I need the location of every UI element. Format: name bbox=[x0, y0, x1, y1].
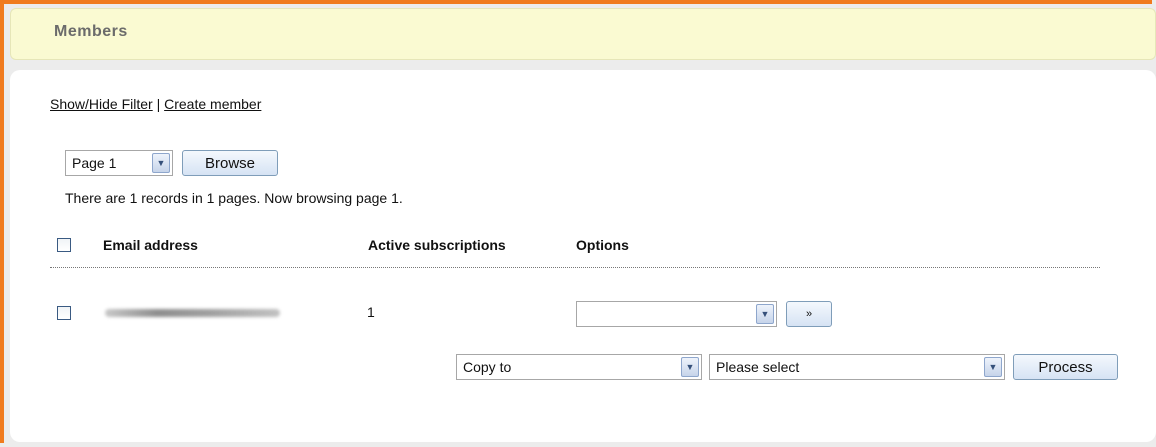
column-header-active-subscriptions: Active subscriptions bbox=[368, 237, 506, 253]
show-hide-filter-link[interactable]: Show/Hide Filter bbox=[50, 96, 153, 112]
chevron-down-icon[interactable]: ▼ bbox=[152, 153, 170, 173]
row-go-button[interactable]: » bbox=[786, 301, 832, 327]
chevron-down-icon[interactable]: ▼ bbox=[984, 357, 1002, 377]
row-active-subscriptions: 1 bbox=[367, 304, 375, 320]
filter-links: Show/Hide Filter | Create member bbox=[50, 96, 261, 112]
records-summary: There are 1 records in 1 pages. Now brow… bbox=[65, 190, 403, 206]
bulk-target-value: Please select bbox=[716, 359, 800, 375]
chevron-down-icon[interactable]: ▼ bbox=[681, 357, 699, 377]
browse-button[interactable]: Browse bbox=[182, 150, 278, 176]
select-all-checkbox[interactable] bbox=[57, 238, 71, 252]
row-options-select[interactable]: ▼ bbox=[576, 301, 777, 327]
header-divider bbox=[50, 267, 1100, 268]
bulk-target-select[interactable]: Please select ▼ bbox=[709, 354, 1005, 380]
process-button[interactable]: Process bbox=[1013, 354, 1118, 380]
chevron-down-icon[interactable]: ▼ bbox=[756, 304, 774, 324]
create-member-link[interactable]: Create member bbox=[164, 96, 261, 112]
page-select-value: Page 1 bbox=[72, 155, 117, 171]
members-panel: Show/Hide Filter | Create member Page 1 … bbox=[10, 70, 1156, 442]
column-header-options: Options bbox=[576, 237, 629, 253]
link-separator: | bbox=[156, 96, 161, 112]
page-select[interactable]: Page 1 ▼ bbox=[65, 150, 173, 176]
row-email-blurred bbox=[105, 309, 280, 317]
column-header-email: Email address bbox=[103, 237, 198, 253]
page-title: Members bbox=[54, 23, 128, 40]
row-checkbox[interactable] bbox=[57, 306, 71, 320]
bulk-action-value: Copy to bbox=[463, 359, 512, 375]
bulk-action-select[interactable]: Copy to ▼ bbox=[456, 354, 702, 380]
members-header: Members bbox=[10, 8, 1156, 60]
